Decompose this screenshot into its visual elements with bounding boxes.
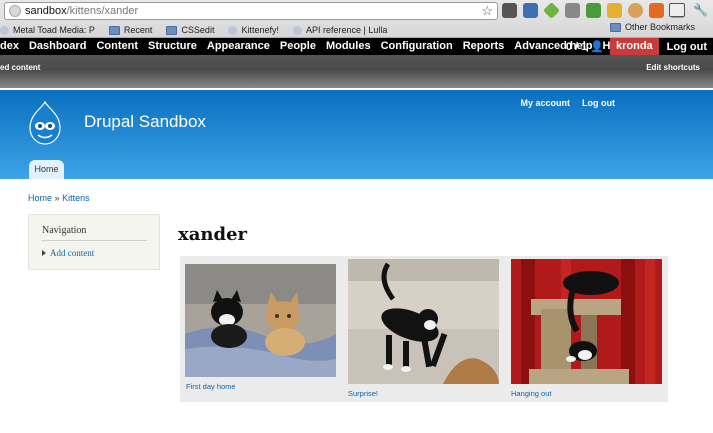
- admin-menu-item[interactable]: Content: [91, 38, 143, 55]
- extension-icon[interactable]: [586, 3, 601, 18]
- shortcut-bar: ed content Edit shortcuts: [0, 55, 713, 88]
- online-count-text: 0 / 1: [565, 41, 588, 53]
- cat-photo[interactable]: [348, 259, 499, 384]
- extension-icon[interactable]: [607, 3, 622, 18]
- breadcrumb-home[interactable]: Home: [28, 193, 52, 203]
- bookmark-item[interactable]: API reference | Lulla: [292, 25, 388, 35]
- folder-icon: [609, 22, 621, 32]
- extension-icon[interactable]: [565, 3, 580, 18]
- arrow-right-icon: [42, 250, 46, 256]
- bookmark-item[interactable]: Kittenefy!: [228, 25, 279, 35]
- drupal-logo-icon[interactable]: [26, 100, 64, 146]
- folder-icon: [166, 25, 178, 35]
- photo-gallery: First day home Surprise! Hanging out: [180, 256, 668, 402]
- navigation-title: Navigation: [42, 225, 87, 236]
- site-name[interactable]: Drupal Sandbox: [84, 112, 206, 132]
- admin-menu-item[interactable]: Dashboard: [24, 38, 91, 55]
- divider: [41, 240, 147, 241]
- favicon-icon: [292, 25, 302, 35]
- breadcrumb-kittens[interactable]: Kittens: [62, 193, 90, 203]
- photo-caption[interactable]: Surprise!: [348, 389, 378, 398]
- extension-icon[interactable]: [649, 3, 664, 18]
- breadcrumb-separator: »: [54, 193, 60, 203]
- other-bookmarks-label: Other Bookmarks: [624, 22, 695, 32]
- extension-icon[interactable]: [523, 3, 538, 18]
- user-icon: 👤: [590, 41, 604, 53]
- admin-menu-item[interactable]: Modules: [321, 38, 376, 55]
- url-host: sandbox: [25, 5, 67, 17]
- shortcut-link[interactable]: ed content: [0, 63, 40, 72]
- bookmark-item[interactable]: CSSedit: [166, 25, 214, 35]
- site-info-icon[interactable]: [9, 5, 21, 17]
- bookmark-label: Recent: [123, 25, 153, 35]
- gallery-item[interactable]: First day home: [180, 256, 343, 402]
- page-title: xander: [178, 224, 248, 245]
- cat-tree-photo[interactable]: [511, 259, 662, 384]
- admin-menu-item[interactable]: Reports: [458, 38, 510, 55]
- bookmark-item[interactable]: Recent: [108, 25, 153, 35]
- photo-caption[interactable]: First day home: [186, 382, 236, 391]
- extension-icon[interactable]: [543, 2, 560, 19]
- admin-menu-item[interactable]: People: [275, 38, 321, 55]
- admin-menu-item[interactable]: Configuration: [376, 38, 458, 55]
- extension-icon[interactable]: [502, 3, 517, 18]
- admin-menu-item[interactable]: Structure: [143, 38, 202, 55]
- secondary-menu: My account Log out: [520, 98, 615, 108]
- photo-caption[interactable]: Hanging out: [511, 389, 551, 398]
- gallery-item[interactable]: Hanging out: [506, 256, 668, 402]
- navigation-block: Navigation Add content: [28, 214, 160, 270]
- kitten-photo[interactable]: [185, 264, 336, 377]
- favicon-icon: [0, 25, 9, 35]
- toolbar-logout[interactable]: Log out: [659, 41, 713, 53]
- add-content-label: Add content: [50, 248, 95, 258]
- browser-controls: 🔧: [669, 3, 709, 17]
- wrench-icon[interactable]: 🔧: [693, 3, 709, 17]
- url-bar[interactable]: sandbox/kittens/xander ☆: [4, 2, 498, 20]
- favicon-icon: [228, 25, 238, 35]
- admin-menu-item[interactable]: dex: [0, 38, 24, 55]
- edit-shortcuts-link[interactable]: Edit shortcuts: [646, 63, 700, 72]
- tab-home[interactable]: Home: [29, 160, 64, 179]
- admin-menu-item[interactable]: Appearance: [202, 38, 275, 55]
- header-logout-link[interactable]: Log out: [582, 98, 615, 108]
- add-content-link[interactable]: Add content: [42, 248, 94, 258]
- bookmark-item[interactable]: Metal Toad Media: P: [0, 25, 95, 35]
- admin-user-area: 0 / 1 👤 kronda Log out: [560, 38, 713, 55]
- bookmark-label: Metal Toad Media: P: [13, 25, 95, 35]
- user-badge[interactable]: kronda: [609, 38, 659, 55]
- page-menu-icon[interactable]: [669, 3, 685, 17]
- bookmarks-bar: Metal Toad Media: P Recent CSSedit Kitte…: [0, 22, 713, 38]
- folder-icon: [108, 25, 120, 35]
- online-count: 0 / 1 👤: [560, 40, 610, 53]
- site-header: Drupal Sandbox My account Log out Home: [0, 90, 713, 179]
- bookmark-label: API reference | Lulla: [305, 25, 388, 35]
- bookmark-label: CSSedit: [181, 25, 215, 35]
- breadcrumb: Home » Kittens: [28, 193, 90, 203]
- url-text: sandbox/kittens/xander: [25, 5, 138, 17]
- my-account-link[interactable]: My account: [520, 98, 570, 108]
- extension-icons: [502, 2, 685, 19]
- extension-icon[interactable]: [628, 3, 643, 18]
- admin-toolbar: dex Dashboard Content Structure Appearan…: [0, 38, 713, 55]
- browser-toolbar: sandbox/kittens/xander ☆ 🔧 Metal Toad Me…: [0, 0, 713, 38]
- url-path: /kittens/xander: [66, 5, 139, 17]
- gallery-item[interactable]: Surprise!: [343, 256, 506, 402]
- bookmark-star-icon[interactable]: ☆: [481, 3, 493, 19]
- other-bookmarks[interactable]: Other Bookmarks: [609, 22, 695, 32]
- bookmark-label: Kittenefy!: [241, 25, 279, 35]
